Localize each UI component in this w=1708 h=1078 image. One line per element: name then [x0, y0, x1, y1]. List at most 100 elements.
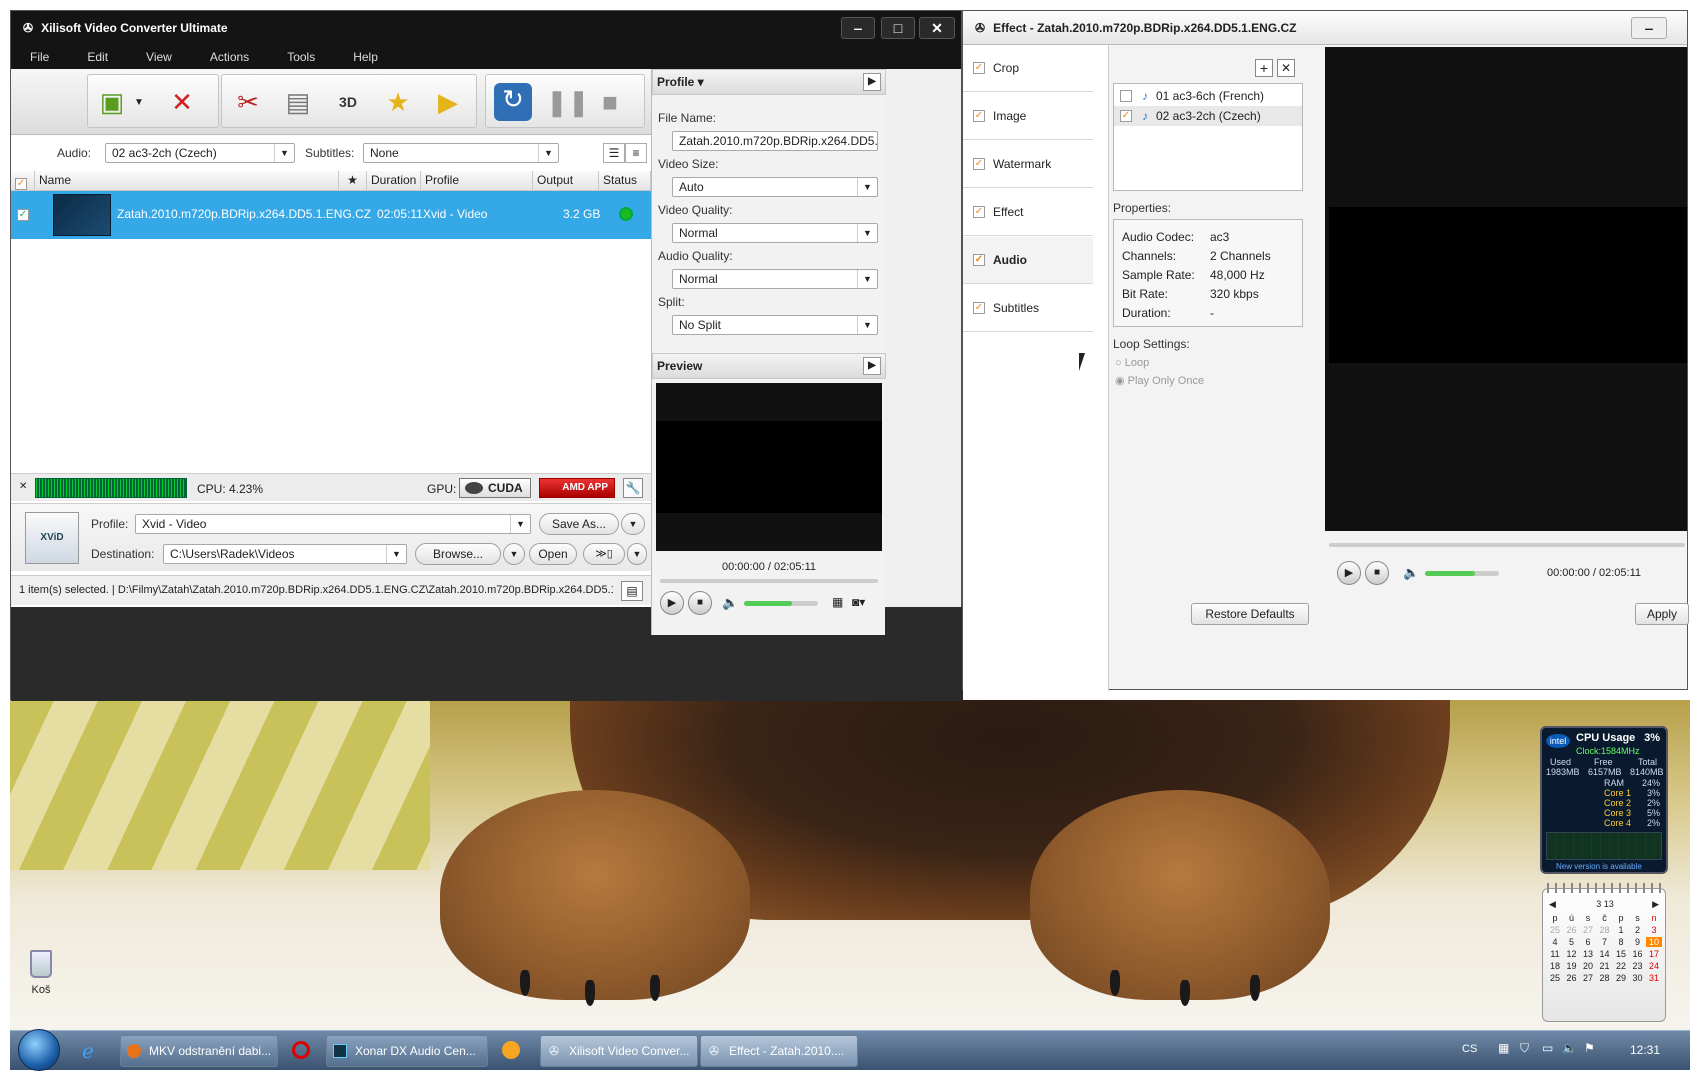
clip-icon[interactable]: ▤	[282, 86, 314, 118]
select-all-column[interactable]: ✓	[11, 171, 35, 191]
video-quality-select[interactable]: Normal ▼	[672, 223, 878, 243]
calendar-day[interactable]: 24	[1646, 961, 1662, 971]
close-monitor-icon[interactable]: ✕	[19, 481, 27, 492]
audio-checkbox[interactable]: ✓	[973, 254, 985, 266]
effect-icon[interactable]: ★	[382, 86, 414, 118]
convert-options-button[interactable]: ≫▯	[583, 543, 625, 565]
calendar-day[interactable]: 13	[1580, 949, 1596, 959]
calendar-day[interactable]: 1	[1613, 925, 1629, 935]
track-1-checkbox[interactable]	[1120, 90, 1132, 102]
calendar-day[interactable]: 25	[1547, 973, 1563, 983]
video-size-select[interactable]: Auto ▼	[672, 177, 878, 197]
view-detail-icon[interactable]: ≡	[625, 143, 647, 163]
list-item[interactable]: ♪ 01 ac3-6ch (French)	[1114, 86, 1302, 106]
stop-icon[interactable]: ■	[594, 86, 626, 118]
calendar-day[interactable]: 30	[1630, 973, 1646, 983]
calendar-day[interactable]: 21	[1597, 961, 1613, 971]
calendar-day[interactable]: 17	[1646, 949, 1662, 959]
calendar-day[interactable]: 15	[1613, 949, 1629, 959]
calendar-day[interactable]: 26	[1564, 925, 1580, 935]
loop-radio[interactable]: ○ Loop	[1115, 357, 1149, 369]
effect-play-button[interactable]: ▶	[1337, 561, 1361, 585]
close-button[interactable]: ✕	[919, 17, 955, 39]
calendar-day[interactable]: 10	[1646, 937, 1662, 947]
panel-expand-icon[interactable]: ▶	[863, 357, 881, 375]
start-button[interactable]	[18, 1029, 60, 1071]
column-output-size[interactable]: Output Size	[533, 171, 599, 206]
add-dropdown-icon[interactable]: ▼	[134, 97, 144, 108]
crop-checkbox[interactable]: ✓	[973, 62, 985, 74]
amd-app-button[interactable]: AMD APP	[539, 478, 615, 498]
convert-icon[interactable]: ↻	[494, 83, 532, 121]
xvid-profile-icon[interactable]: XViD	[25, 512, 79, 564]
calendar-day[interactable]: 18	[1547, 961, 1563, 971]
column-duration[interactable]: Duration	[367, 171, 421, 191]
track-2-checkbox[interactable]: ✓	[1120, 110, 1132, 122]
menu-file[interactable]: File	[11, 50, 68, 64]
tab-watermark[interactable]: ✓ Watermark	[963, 141, 1093, 188]
calendar-day[interactable]: 12	[1564, 949, 1580, 959]
tab-audio[interactable]: ✓ Audio	[963, 237, 1093, 284]
profile-select[interactable]: Xvid - Video ▼	[135, 514, 531, 534]
save-as-dropdown[interactable]: ▼	[621, 513, 645, 535]
open-button[interactable]: Open	[529, 543, 577, 565]
effect-checkbox[interactable]: ✓	[973, 206, 985, 218]
calendar-day[interactable]: 31	[1646, 973, 1662, 983]
tray-shield-icon[interactable]: ⛉	[1520, 1041, 1529, 1056]
tray-volume-icon[interactable]: 🔈	[1562, 1041, 1577, 1055]
remove-icon[interactable]: ✕	[166, 86, 198, 118]
tab-crop[interactable]: ✓ Crop	[963, 45, 1093, 92]
merge-icon[interactable]: ▶	[432, 86, 464, 118]
convert-options-dropdown[interactable]: ▼	[627, 543, 647, 565]
audio-quality-select[interactable]: Normal ▼	[672, 269, 878, 289]
snapshot-camera-icon[interactable]: ◙▾	[852, 595, 865, 609]
calendar-day[interactable]: 8	[1613, 937, 1629, 947]
save-as-button[interactable]: Save As...	[539, 513, 619, 535]
taskbar-clock[interactable]: 12:31	[1630, 1043, 1660, 1057]
calendar-day[interactable]: 3	[1646, 925, 1662, 935]
effect-volume-slider[interactable]	[1425, 571, 1499, 576]
tray-power-icon[interactable]: ▭	[1542, 1041, 1553, 1055]
calendar-day[interactable]: 9	[1630, 937, 1646, 947]
calendar-day[interactable]: 27	[1580, 925, 1596, 935]
calendar-day[interactable]: 11	[1547, 949, 1563, 959]
recycle-bin-icon[interactable]: Koš	[26, 950, 56, 1002]
column-name[interactable]: Name	[35, 171, 339, 191]
effect-seek-bar[interactable]	[1329, 543, 1685, 547]
subtitles-select[interactable]: None ▼	[363, 143, 559, 163]
tab-image[interactable]: ✓ Image	[963, 93, 1093, 140]
taskbar-item-effect[interactable]: ✇ Effect - Zatah.2010....	[700, 1035, 858, 1067]
add-file-icon[interactable]: ▣	[96, 86, 128, 118]
effect-volume-icon[interactable]: 🔈	[1403, 565, 1419, 581]
calendar-day[interactable]: 26	[1564, 973, 1580, 983]
taskbar-item-xilisoft[interactable]: ✇ Xilisoft Video Conver...	[540, 1035, 698, 1067]
menu-actions[interactable]: Actions	[191, 50, 268, 64]
browse-dropdown[interactable]: ▼	[503, 543, 525, 565]
language-indicator[interactable]: CS	[1462, 1043, 1477, 1055]
play-once-radio[interactable]: ◉ Play Only Once	[1115, 374, 1204, 387]
select-all-checkbox[interactable]: ✓	[15, 178, 27, 190]
row-checkbox[interactable]: ✓	[17, 209, 29, 221]
column-status[interactable]: Status	[599, 171, 651, 191]
stop-button[interactable]: ■	[688, 591, 712, 615]
preview-panel-header[interactable]: Preview ▶	[652, 353, 886, 379]
calendar-day[interactable]: 22	[1613, 961, 1629, 971]
watermark-checkbox[interactable]: ✓	[973, 158, 985, 170]
menu-help[interactable]: Help	[334, 50, 397, 64]
calendar-day[interactable]: 27	[1580, 973, 1596, 983]
subtitles-checkbox[interactable]: ✓	[973, 302, 985, 314]
column-star[interactable]: ★	[339, 171, 367, 191]
split-select[interactable]: No Split ▼	[672, 315, 878, 335]
cuda-button[interactable]: CUDA	[459, 478, 531, 498]
cpu-usage-gadget[interactable]: intel CPU Usage 3% Clock:1584MHz Used Fr…	[1540, 726, 1668, 874]
calendar-gadget[interactable]: ◀ 3 13 ▶ p ú s č p s n 25 26 27 28 1 2 3 4 5 6 7 8 9 10 11 12 1…	[1542, 883, 1666, 1022]
opera-icon[interactable]	[292, 1041, 310, 1059]
calendar-day[interactable]: 6	[1580, 937, 1596, 947]
ie-icon[interactable]: ℯ	[82, 1039, 94, 1064]
volume-icon[interactable]: 🔈	[722, 595, 738, 611]
image-checkbox[interactable]: ✓	[973, 110, 985, 122]
taskbar-item-firefox[interactable]: MKV odstranění dabi...	[120, 1035, 278, 1067]
file-name-input[interactable]: Zatah.2010.m720p.BDRip.x264.DD5.1.EN	[672, 131, 878, 151]
pause-icon[interactable]: ❚❚	[546, 86, 590, 118]
calendar-day[interactable]: 28	[1597, 973, 1613, 983]
